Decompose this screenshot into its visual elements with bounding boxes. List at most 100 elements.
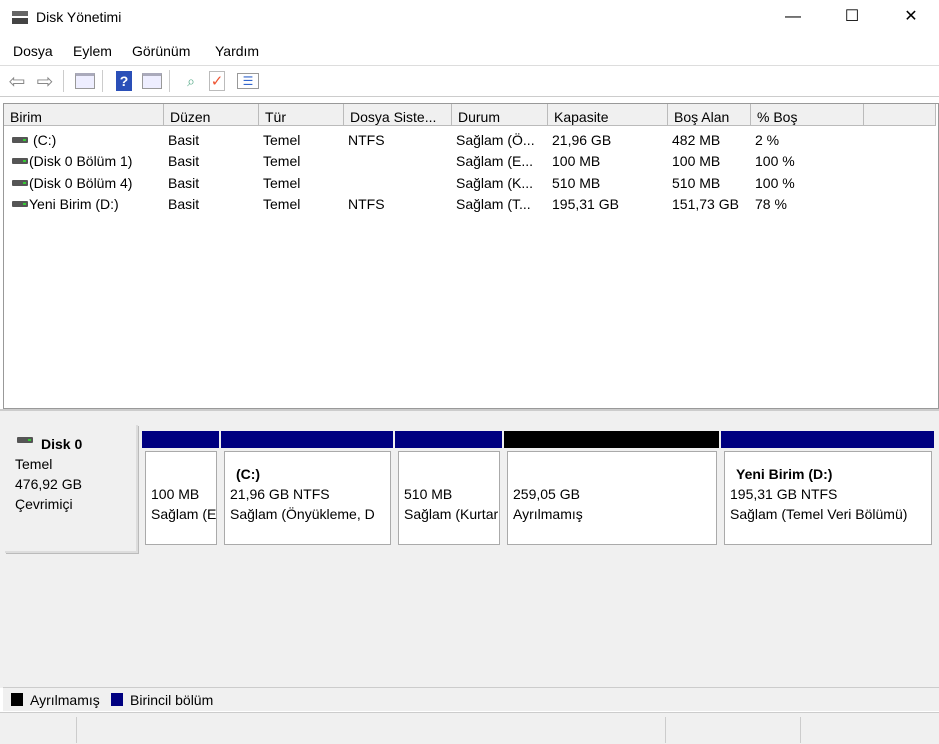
table-cell: 482 MB (672, 132, 721, 148)
table-cell: 21,96 GB (552, 132, 612, 148)
forward-arrow-icon[interactable]: ⇨ (34, 70, 56, 93)
table-cell: Sağlam (K... (456, 174, 534, 191)
partition-size: 259,05 GB (513, 486, 580, 502)
properties-icon[interactable]: ☰ (237, 73, 259, 89)
partition-type-stripe (142, 431, 219, 448)
window-title: Disk Yönetimi (36, 9, 122, 25)
show-hide-action-pane-icon[interactable] (141, 70, 163, 92)
partition-size: 100 MB (151, 486, 200, 502)
column-header[interactable]: Birim (4, 104, 164, 126)
partition-3[interactable]: 259,05 GB Ayrılmamış (504, 431, 719, 547)
column-header[interactable]: Boş Alan (668, 104, 751, 126)
column-header[interactable]: Kapasite (548, 104, 668, 126)
legend-swatch-primary (111, 693, 123, 706)
partition-size: 21,96 GB NTFS (230, 486, 330, 502)
table-cell: 510 MB (672, 174, 721, 191)
partition-title: Yeni Birim (D:) (736, 466, 833, 482)
partition-status: Sağlam (Önyükleme, D (230, 506, 375, 522)
column-header[interactable]: Tür (259, 104, 344, 126)
connect-disk-icon[interactable]: ⌕ (180, 70, 202, 92)
partition-box: 259,05 GB Ayrılmamış (507, 451, 717, 545)
menu-eylem[interactable]: Eylem (73, 43, 112, 59)
table-cell: Temel (263, 153, 301, 170)
partition-size: 195,31 GB NTFS (730, 486, 838, 502)
table-row[interactable]: (Disk 0 Bölüm 1) Basit Temel Sağlam (E... 10… (4, 151, 934, 172)
disk-type: Temel (15, 456, 53, 472)
table-cell: 151,73 GB (672, 195, 739, 212)
menu-yardim[interactable]: Yardım (215, 43, 259, 59)
close-button[interactable]: ✕ (888, 0, 934, 34)
toolbar-separator (169, 70, 170, 92)
table-cell: Sağlam (Ö... (456, 132, 535, 148)
column-header-empty (864, 104, 936, 126)
table-cell: Sağlam (T... (456, 195, 531, 212)
menu-gorunum[interactable]: Görünüm (132, 43, 190, 59)
table-cell: Basit (168, 153, 200, 170)
toolbar-separator (63, 70, 64, 92)
table-cell: Basit (168, 132, 200, 148)
table-cell: 195,31 GB (552, 195, 619, 212)
partition-4[interactable]: Yeni Birim (D:) 195,31 GB NTFS Sağlam (T… (721, 431, 934, 547)
partition-type-stripe (221, 431, 393, 448)
table-cell: 78 % (755, 195, 787, 212)
partition-title (513, 464, 711, 484)
maximize-button[interactable]: ☐ (829, 0, 875, 34)
menu-dosya[interactable]: Dosya (13, 43, 53, 59)
partition-type-stripe (395, 431, 502, 448)
table-cell: Temel (263, 132, 301, 148)
table-cell: 2 % (755, 132, 780, 148)
disk-name: Disk 0 (41, 436, 83, 452)
partition-title: (C:) (236, 466, 261, 482)
partition-0[interactable]: 100 MB Sağlam (E (142, 431, 219, 547)
column-header[interactable]: Durum (452, 104, 548, 126)
partition-status: Sağlam (E (151, 506, 217, 522)
table-row[interactable]: (C:) Basit Temel NTFS Sağlam (Ö... 21,96 GB 48… (4, 130, 934, 151)
legend-label-unallocated: Ayrılmamış (30, 692, 100, 708)
column-header[interactable]: Düzen (164, 104, 259, 126)
volume-icon (12, 137, 28, 143)
table-row[interactable]: Yeni Birim (D:) Basit Temel NTFS Sağlam (T..… (4, 194, 934, 215)
table-cell: Basit (168, 174, 200, 191)
partition-title (151, 464, 211, 484)
disk-management-icon (11, 9, 29, 25)
table-cell: NTFS (348, 132, 385, 148)
table-cell: (C:) (33, 132, 57, 148)
partition-type-stripe (504, 431, 719, 448)
table-cell: Yeni Birim (D:) (29, 195, 119, 212)
help-icon[interactable]: ? (113, 70, 135, 92)
show-hide-console-tree-icon[interactable] (74, 70, 96, 92)
partition-size: 510 MB (404, 486, 453, 502)
table-cell: NTFS (348, 195, 385, 212)
table-cell: 100 MB (672, 153, 721, 170)
table-cell: Sağlam (E... (456, 153, 534, 170)
table-row[interactable]: (Disk 0 Bölüm 4) Basit Temel Sağlam (K... 51… (4, 173, 934, 194)
table-cell: 100 MB (552, 153, 601, 170)
partition-box: 100 MB Sağlam (E (145, 451, 217, 545)
volume-icon (12, 200, 28, 207)
partition-type-stripe (721, 431, 934, 448)
column-header[interactable]: Dosya Siste... (344, 104, 452, 126)
disk-icon (17, 437, 33, 443)
partition-box: Yeni Birim (D:) 195,31 GB NTFS Sağlam (T… (724, 451, 932, 545)
back-arrow-icon[interactable]: ⇦ (6, 70, 28, 93)
partition-2[interactable]: 510 MB Sağlam (Kurtarma (395, 431, 502, 547)
status-bar (0, 712, 939, 744)
legend: Ayrılmamış Birincil bölüm (3, 687, 939, 711)
table-cell: 100 % (755, 153, 795, 170)
table-cell: (Disk 0 Bölüm 1) (29, 153, 133, 170)
legend-label-primary: Birincil bölüm (130, 692, 214, 708)
disk-status: Çevrimiçi (15, 496, 73, 512)
legend-swatch-unallocated (11, 693, 23, 706)
column-header[interactable]: % Boş (751, 104, 864, 126)
partition-1[interactable]: (C:) 21,96 GB NTFS Sağlam (Önyükleme, D (221, 431, 393, 547)
partition-status: Ayrılmamış (513, 506, 583, 522)
volume-icon (12, 158, 28, 165)
volume-icon (12, 179, 28, 186)
minimize-button[interactable]: — (770, 0, 816, 34)
checklist-icon[interactable]: ✓ (209, 71, 225, 91)
disk-0-info[interactable]: Disk 0 Temel 476,92 GB Çevrimiçi (5, 425, 138, 553)
partition-box: 510 MB Sağlam (Kurtarma (398, 451, 500, 545)
table-cell: Basit (168, 195, 200, 212)
table-cell: (Disk 0 Bölüm 4) (29, 174, 133, 191)
toolbar-separator (102, 70, 103, 92)
